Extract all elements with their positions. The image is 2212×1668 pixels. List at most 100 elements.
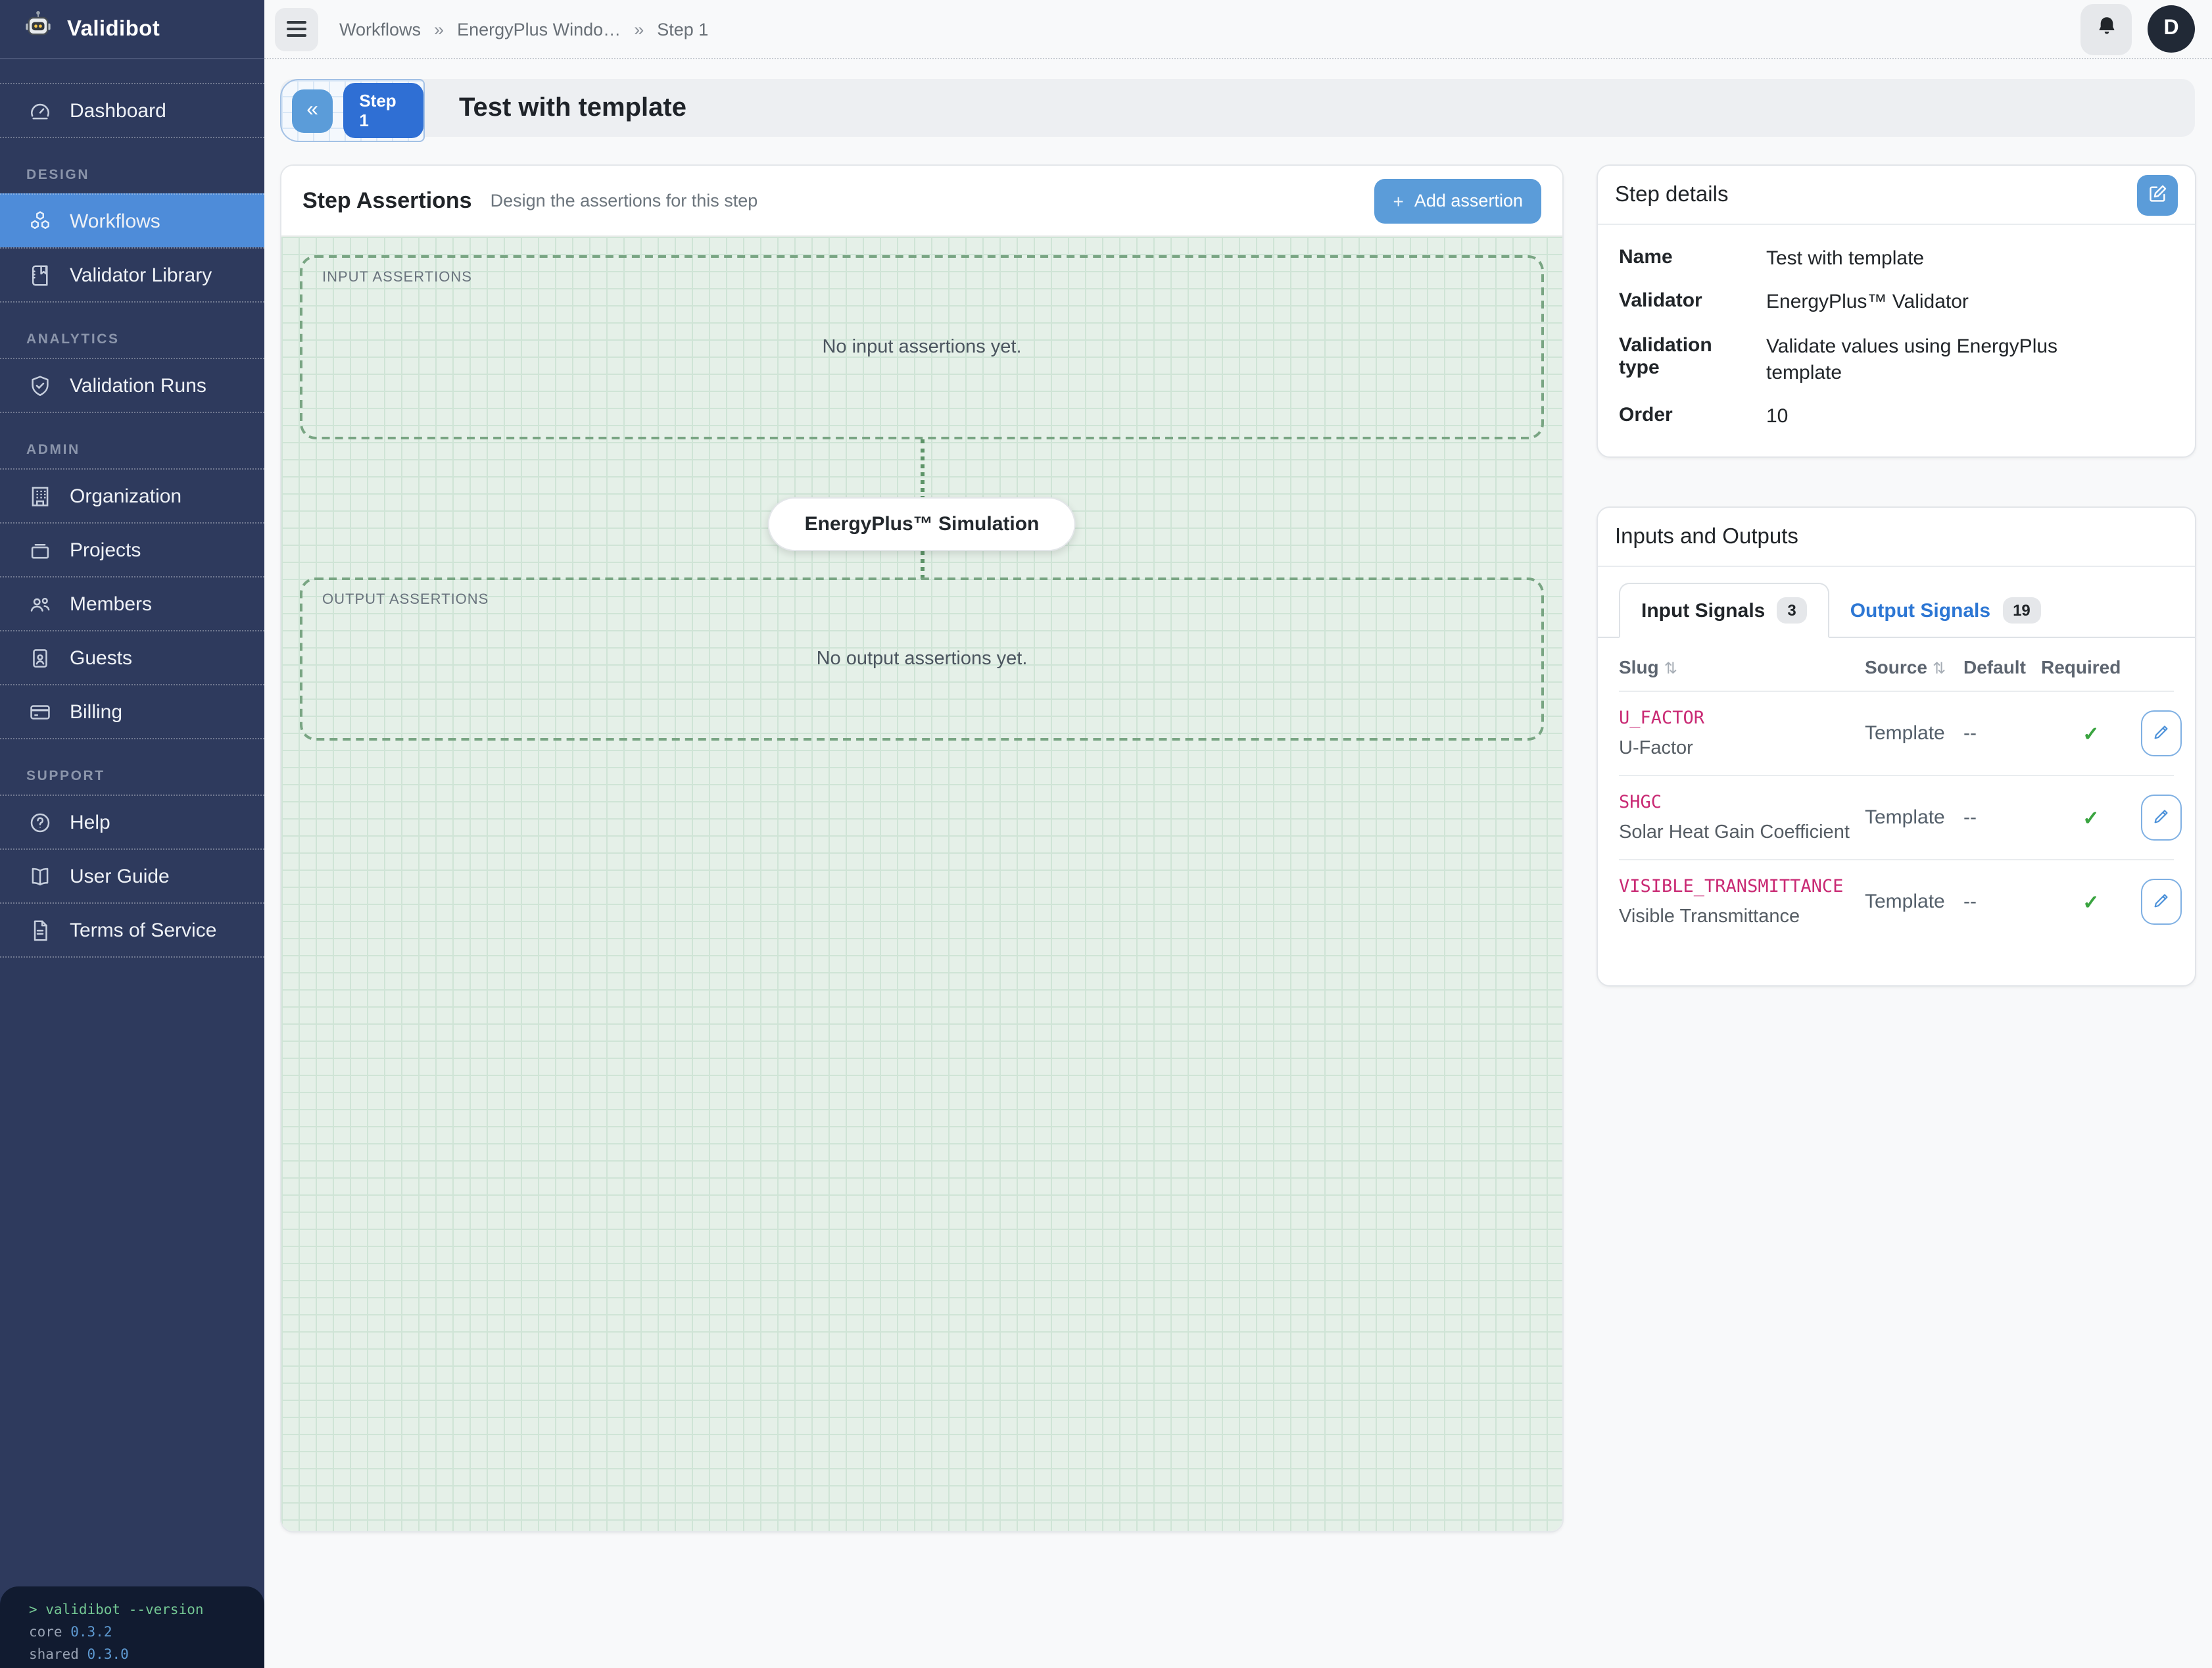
edit-step-button[interactable] [2137, 174, 2178, 215]
sidebar-item-validation-runs[interactable]: Validation Runs [0, 358, 264, 412]
sidebar-item-label: Projects [70, 539, 141, 561]
tab-output-signals[interactable]: Output Signals 19 [1829, 585, 2062, 637]
signal-tabs: Input Signals 3 Output Signals 19 [1598, 568, 2195, 639]
plus-icon: + [1393, 190, 1404, 211]
notifications-button[interactable] [2080, 3, 2132, 55]
step-badge[interactable]: Step 1 [343, 83, 423, 138]
sidebar-item-guests[interactable]: Guests [0, 630, 264, 684]
edit-signal-button[interactable] [2141, 879, 2182, 925]
detail-value: 10 [1766, 404, 2079, 431]
input-assertions-empty-text: No input assertions yet. [822, 337, 1021, 358]
table-row: SHGC Solar Heat Gain Coefficient Templat… [1619, 775, 2174, 860]
sidebar-item-members[interactable]: Members [0, 576, 264, 630]
signal-name: Solar Heat Gain Coefficient [1619, 823, 1865, 844]
avatar[interactable]: D [2148, 5, 2195, 53]
tab-label: Output Signals [1850, 600, 1990, 622]
output-signals-count: 19 [2002, 598, 2041, 624]
sidebar-item-dashboard[interactable]: Dashboard [0, 83, 264, 137]
inputs-outputs-title: Inputs and Outputs [1615, 525, 1798, 550]
terminal-core-label: core [29, 1625, 62, 1640]
signal-slug: SHGC [1619, 793, 1865, 814]
output-assertions-dropzone[interactable]: OUTPUT ASSERTIONS No output assertions y… [300, 577, 1544, 741]
column-header-required: Required [2041, 657, 2141, 678]
table-row: VISIBLE_TRANSMITTANCE Visible Transmitta… [1619, 860, 2174, 944]
step-details-card: Step details Name Test with template [1597, 164, 2196, 458]
sidebar: Validibot Dashboard DESIGN [0, 0, 264, 1668]
right-panel: Step details Name Test with template [1597, 164, 2196, 987]
brand-name: Validibot [67, 16, 160, 41]
sidebar-item-terms[interactable]: Terms of Service [0, 902, 264, 956]
required-check-icon: ✓ [2041, 891, 2141, 914]
sidebar-item-label: Help [70, 811, 110, 833]
sidebar-item-validator-library[interactable]: Validator Library [0, 247, 264, 301]
book-bookmark-icon [26, 262, 53, 288]
collapse-steps-button[interactable]: « [292, 89, 333, 132]
sidebar-item-help[interactable]: Help [0, 795, 264, 848]
sidebar-item-label: Organization [70, 485, 181, 507]
edit-signal-button[interactable] [2141, 795, 2182, 841]
detail-label: Name [1619, 246, 1745, 268]
building-icon [26, 483, 53, 509]
sidebar-item-billing[interactable]: Billing [0, 684, 264, 738]
input-assertions-label: INPUT ASSERTIONS [322, 270, 472, 285]
edit-signal-button[interactable] [2141, 711, 2182, 757]
signal-name: U-Factor [1619, 739, 1865, 760]
section-title-design: DESIGN [0, 157, 264, 193]
question-circle-icon [26, 809, 53, 835]
add-assertion-button[interactable]: + Add assertion [1375, 178, 1542, 223]
breadcrumb: Workflows » EnergyPlus Windo… » Step 1 [339, 19, 708, 39]
sort-icon: ⇅ [1664, 660, 1677, 678]
gauge-icon [26, 97, 53, 124]
sidebar-item-label: Dashboard [70, 99, 166, 122]
step-assertions-title: Step Assertions [302, 187, 472, 214]
sidebar-item-label: Billing [70, 700, 122, 723]
signal-default: -- [1963, 891, 2041, 914]
column-header-source[interactable]: Source⇅ [1865, 657, 1963, 678]
terminal-shared-version: 0.3.0 [87, 1646, 129, 1662]
assertions-canvas[interactable]: INPUT ASSERTIONS No input assertions yet… [281, 235, 1562, 1533]
shield-check-icon [26, 372, 53, 399]
archive-box-icon [26, 537, 53, 563]
table-row: U_FACTOR U-Factor Template -- ✓ [1619, 691, 2174, 775]
breadcrumb-workflow-name[interactable]: EnergyPlus Windo… [457, 19, 621, 39]
detail-row-order: Order 10 [1619, 404, 2174, 431]
detail-value: Validate values using EnergyPlus templat… [1766, 333, 2079, 387]
app-root: Validibot Dashboard DESIGN [0, 0, 2212, 1668]
sidebar-nav: Dashboard DESIGN Workflows [0, 83, 264, 958]
step-selector: « Step 1 [280, 79, 425, 142]
section-title-support: SUPPORT [0, 758, 264, 795]
users-icon [26, 591, 53, 617]
section-title-admin: ADMIN [0, 431, 264, 468]
bell-icon [2094, 14, 2118, 44]
page-title: Test with template [443, 79, 686, 137]
required-check-icon: ✓ [2041, 806, 2141, 830]
sidebar-item-label: Validation Runs [70, 374, 206, 397]
open-book-icon [26, 863, 53, 889]
section-title-analytics: ANALYTICS [0, 321, 264, 358]
terminal-command: > validibot --version [29, 1600, 256, 1622]
detail-label: Order [1619, 404, 1745, 426]
sidebar-item-workflows[interactable]: Workflows [0, 193, 264, 247]
topbar: Workflows » EnergyPlus Windo… » Step 1 D [264, 0, 2212, 59]
sidebar-item-label: User Guide [70, 865, 170, 887]
input-assertions-dropzone[interactable]: INPUT ASSERTIONS No input assertions yet… [300, 255, 1544, 439]
step-assertions-panel: Step Assertions Design the assertions fo… [280, 164, 1564, 1533]
menu-toggle-button[interactable] [275, 7, 318, 51]
detail-value: EnergyPlus™ Validator [1766, 290, 2079, 317]
avatar-initial: D [2163, 17, 2178, 41]
version-terminal: > validibot --version core 0.3.2 shared … [0, 1586, 264, 1668]
simulation-node[interactable]: EnergyPlus™ Simulation [768, 497, 1076, 551]
sidebar-item-label: Members [70, 593, 152, 615]
sidebar-item-user-guide[interactable]: User Guide [0, 848, 264, 902]
breadcrumb-workflows[interactable]: Workflows [339, 19, 421, 39]
breadcrumb-step: Step 1 [657, 19, 708, 39]
tab-input-signals[interactable]: Input Signals 3 [1619, 583, 1829, 639]
inputs-outputs-card: Inputs and Outputs Input Signals 3 Outpu… [1597, 507, 2196, 987]
sidebar-item-projects[interactable]: Projects [0, 522, 264, 576]
detail-value: Test with template [1766, 246, 2079, 273]
sidebar-item-organization[interactable]: Organization [0, 468, 264, 522]
column-header-slug[interactable]: Slug⇅ [1619, 657, 1865, 678]
brand[interactable]: Validibot [0, 0, 264, 59]
step-details-body: Name Test with template Validator Energy… [1598, 225, 2195, 457]
step-details-title: Step details [1615, 182, 1728, 207]
